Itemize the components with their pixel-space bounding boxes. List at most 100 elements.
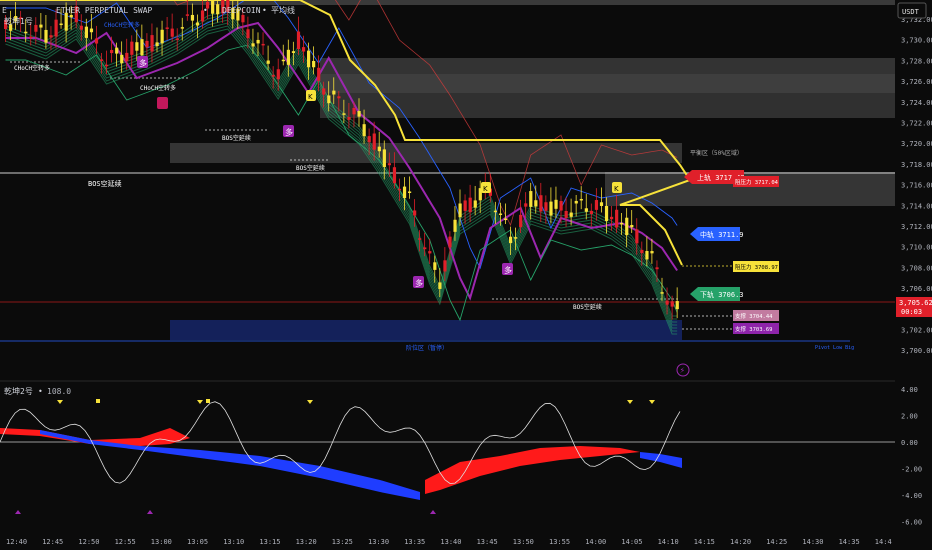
candle-body bbox=[458, 203, 462, 218]
candle-body bbox=[216, 4, 220, 15]
candle-body bbox=[327, 95, 331, 104]
price-tick: 3,708.00 bbox=[901, 264, 932, 272]
candle-body bbox=[519, 214, 523, 228]
price-tick: 3,700.00 bbox=[901, 347, 932, 355]
time-tick: 13:45 bbox=[477, 538, 498, 546]
candle-body bbox=[660, 292, 664, 294]
candle-body bbox=[246, 29, 250, 39]
candle-body bbox=[509, 236, 513, 244]
candle-body bbox=[413, 210, 417, 216]
price-tick: 3,722.00 bbox=[901, 120, 932, 128]
candle-body bbox=[549, 201, 553, 216]
price-tick: 3,730.00 bbox=[901, 37, 932, 45]
candle-body bbox=[190, 14, 195, 21]
indicator-name[interactable]: 平均线 bbox=[271, 5, 295, 15]
k-badge-1: K bbox=[308, 93, 313, 101]
price-tick: 3,728.00 bbox=[901, 57, 932, 65]
candle-body bbox=[453, 219, 457, 232]
candle-body bbox=[125, 52, 129, 62]
time-tick: 13:35 bbox=[404, 538, 425, 546]
price-tick: 3,720.00 bbox=[901, 140, 932, 148]
resist-tag-2: 阻压力 3708.97 bbox=[735, 263, 778, 271]
candle-body bbox=[286, 49, 290, 65]
candle-body bbox=[150, 35, 154, 52]
choch-label-1: CHoCH空转多 bbox=[14, 64, 50, 72]
time-tick: 14:30 bbox=[802, 538, 823, 546]
sub-indicator[interactable]: 乾坤1号 bbox=[4, 16, 33, 26]
candle-body bbox=[443, 260, 447, 272]
price-tick: 3,718.00 bbox=[901, 161, 932, 169]
bos-label-3: BOS空延续 bbox=[573, 303, 602, 311]
bos-label-2: BOS空延续 bbox=[296, 164, 325, 172]
candle-body bbox=[423, 247, 427, 250]
support-tag-1: 支撑 3704.44 bbox=[735, 312, 773, 320]
candle-body bbox=[463, 200, 467, 211]
exchange-name: DEEPCOIN bbox=[222, 6, 261, 15]
candle-body bbox=[468, 197, 472, 213]
candle-body bbox=[322, 88, 326, 95]
candle-body bbox=[675, 301, 679, 310]
candle-body bbox=[544, 202, 548, 211]
candle-body bbox=[635, 229, 639, 244]
time-tick: 12:40 bbox=[6, 538, 27, 546]
candle-body bbox=[433, 262, 437, 270]
buy-badge-3: 多 bbox=[415, 278, 423, 288]
time-tick: 14:20 bbox=[730, 538, 751, 546]
candle-body bbox=[554, 199, 558, 209]
candle-body bbox=[397, 188, 402, 191]
candle-body bbox=[251, 43, 255, 47]
osc-name[interactable]: 乾坤2号 bbox=[4, 386, 33, 396]
currency-label: USDT bbox=[902, 8, 920, 16]
candle-body bbox=[589, 210, 593, 214]
candle-body bbox=[362, 124, 366, 137]
supply-zone-3 bbox=[320, 93, 895, 118]
candle-body bbox=[665, 300, 669, 305]
candle-body bbox=[256, 39, 260, 44]
mid-rail-tag: 中轨 3711.9 bbox=[700, 230, 744, 239]
time-tick: 13:40 bbox=[440, 538, 461, 546]
lower-rail-tag: 下轨 3706.3 bbox=[700, 290, 744, 299]
time-tick: 13:25 bbox=[332, 538, 353, 546]
candle-body bbox=[625, 217, 629, 236]
candle-body bbox=[524, 203, 528, 207]
candle-body bbox=[317, 67, 321, 81]
time-tick: 14:05 bbox=[621, 538, 642, 546]
candle-body bbox=[337, 96, 341, 99]
time-tick: 14:15 bbox=[694, 538, 715, 546]
candle-body bbox=[655, 267, 659, 270]
candle-body bbox=[503, 218, 508, 221]
chart-canvas[interactable]: CHoCH空转多 CHoCH空转多 CHoCH空转多 BOS空延续 BOS空延续… bbox=[0, 0, 932, 550]
candle-body bbox=[49, 35, 53, 38]
candle-body bbox=[64, 12, 68, 31]
candle-body bbox=[493, 210, 498, 213]
candle-body bbox=[105, 64, 109, 67]
candle-body bbox=[44, 29, 48, 43]
candle-body bbox=[650, 251, 654, 254]
candle-body bbox=[448, 236, 452, 248]
candle-body bbox=[39, 24, 43, 28]
symbol-title[interactable]: ETHER PERPETUAL SWAP bbox=[56, 6, 153, 15]
candle-body bbox=[110, 49, 114, 54]
bos-label-1: BOS空延续 bbox=[222, 134, 251, 142]
candle-body bbox=[539, 195, 543, 212]
candle-body bbox=[120, 54, 124, 64]
candle-body bbox=[352, 107, 356, 115]
candle-body bbox=[84, 26, 88, 38]
time-tick: 14:10 bbox=[658, 538, 679, 546]
candle-body bbox=[473, 200, 477, 208]
osc-square-marker bbox=[206, 399, 210, 403]
candle-body bbox=[559, 201, 563, 211]
candle-body bbox=[332, 90, 336, 95]
bottom-zone-label: 阶位区（暂停） bbox=[406, 344, 448, 352]
candle-body bbox=[428, 251, 432, 254]
candle-body bbox=[640, 249, 644, 254]
time-tick: 13:10 bbox=[223, 538, 244, 546]
countdown-value: 00:03 bbox=[901, 308, 922, 316]
time-tick: 13:00 bbox=[151, 538, 172, 546]
supply-zone-1 bbox=[320, 58, 895, 74]
price-tick: 3,706.00 bbox=[901, 285, 932, 293]
candle-body bbox=[620, 222, 624, 225]
osc-tick: 2.00 bbox=[901, 413, 918, 421]
time-tick: 13:30 bbox=[368, 538, 389, 546]
time-tick: 13:50 bbox=[513, 538, 534, 546]
